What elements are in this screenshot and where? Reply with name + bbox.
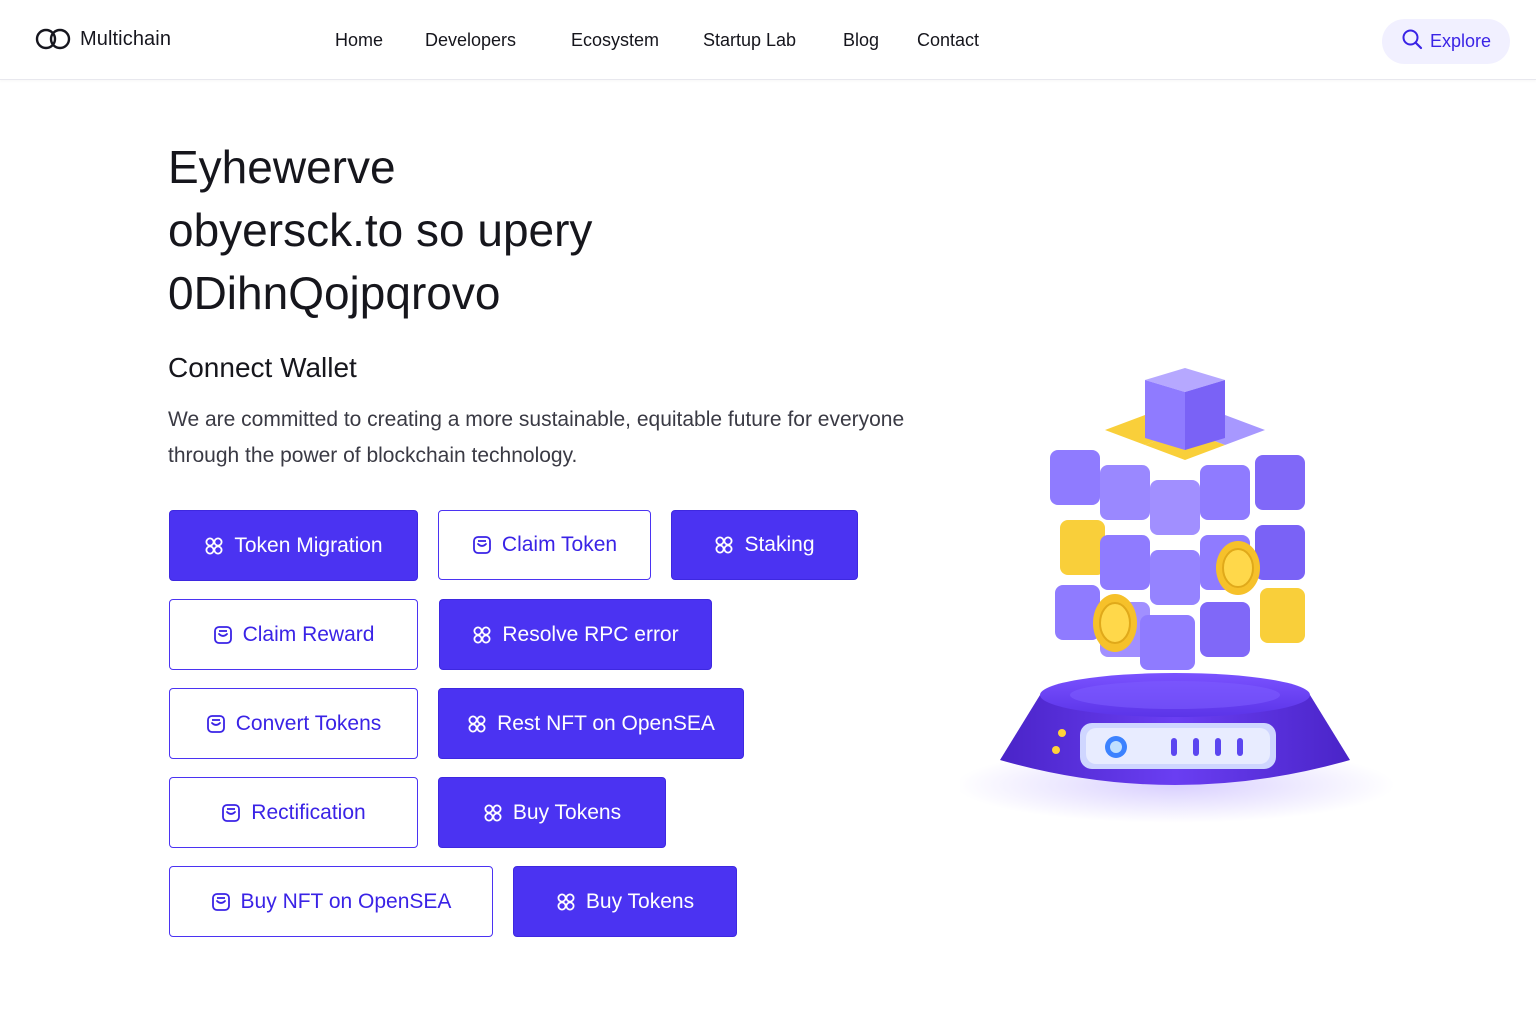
button-label: Resolve RPC error	[502, 622, 679, 646]
button-label: Buy NFT on OpenSEA	[240, 889, 452, 913]
brand-name: Multichain	[80, 27, 172, 50]
rectification-button[interactable]: Rectification	[169, 777, 418, 848]
explore-button[interactable]: Explore	[1382, 19, 1510, 64]
claim-token-button[interactable]: Claim Token	[438, 510, 651, 580]
search-icon	[1401, 28, 1423, 55]
wallet-icon	[472, 535, 492, 555]
claim-reward-button[interactable]: Claim Reward	[169, 599, 418, 670]
button-label: Rectification	[251, 800, 366, 824]
token-migration-button[interactable]: Token Migration	[169, 510, 418, 581]
top-header: Multichain Home Developers Ecosystem Sta…	[0, 0, 1536, 80]
convert-tokens-button[interactable]: Convert Tokens	[169, 688, 418, 759]
wallet-icon	[211, 892, 231, 912]
clover-icon	[714, 535, 734, 555]
staking-button[interactable]: Staking	[671, 510, 858, 580]
brand[interactable]: Multichain	[34, 26, 171, 52]
button-label: Claim Token	[501, 533, 618, 556]
hero-title-line: Eyhewerve	[168, 141, 396, 193]
clover-icon	[204, 536, 224, 556]
button-label: Buy Tokens	[512, 800, 622, 824]
nav-developers[interactable]: Developers	[425, 30, 516, 51]
wallet-icon	[206, 714, 226, 734]
button-label: Staking	[744, 533, 815, 556]
infinity-rings-icon	[34, 26, 72, 52]
buy-tokens-button[interactable]: Buy Tokens	[438, 777, 666, 848]
nav-blog[interactable]: Blog	[843, 30, 879, 51]
clover-icon	[472, 625, 492, 645]
buy-nft-opensea-button[interactable]: Buy NFT on OpenSEA	[169, 866, 493, 937]
resolve-rpc-error-button[interactable]: Resolve RPC error	[439, 599, 712, 670]
wallet-icon	[213, 625, 233, 645]
button-label: Convert Tokens	[235, 711, 382, 735]
explore-label: Explore	[1429, 31, 1492, 51]
button-label: Token Migration	[234, 533, 383, 557]
clover-icon	[556, 892, 576, 912]
hero-title-line: obyersck.to so upery	[168, 204, 593, 256]
nav-home[interactable]: Home	[335, 30, 383, 51]
hero-description: We are committed to creating a more sust…	[168, 408, 905, 467]
wallet-icon	[221, 803, 241, 823]
rest-nft-opensea-button[interactable]: Rest NFT on OpenSEA	[438, 688, 744, 759]
connect-wallet-heading: Connect Wallet	[168, 352, 357, 383]
button-label: Claim Reward	[242, 622, 375, 646]
button-label: Buy Tokens	[585, 889, 695, 913]
hero-title: Eyhewerve obyersck.to so upery 0DihnQojp…	[168, 136, 592, 325]
nav-contact[interactable]: Contact	[917, 30, 979, 51]
cube-on-pedestal-illustration	[955, 340, 1420, 840]
hero-title-line: 0DihnQojpqrovo	[168, 267, 501, 319]
clover-icon	[483, 803, 503, 823]
nav-ecosystem[interactable]: Ecosystem	[571, 30, 659, 51]
clover-icon	[467, 714, 487, 734]
nav-startup-lab[interactable]: Startup Lab	[703, 30, 796, 51]
buy-tokens-button[interactable]: Buy Tokens	[513, 866, 737, 937]
button-label: Rest NFT on OpenSEA	[497, 711, 715, 735]
